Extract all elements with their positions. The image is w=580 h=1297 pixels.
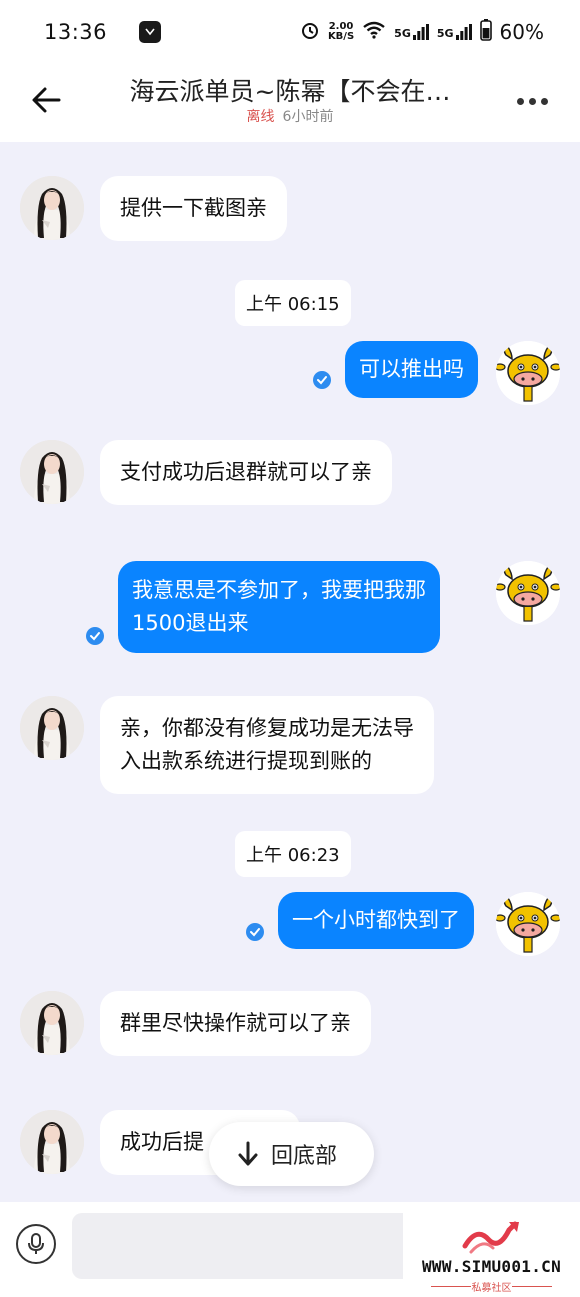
- signal-bars-icon: [412, 24, 429, 40]
- timestamp-chip: 上午 06:15: [235, 280, 351, 326]
- signal-5g-label-1: 5G: [394, 27, 411, 40]
- watermark-url: WWW.SIMU001.CN: [421, 1257, 562, 1276]
- message-line: 1500退出来: [132, 611, 249, 635]
- message-list[interactable]: 提供一下截图亲 上午 06:15 可以推出吗 支付成功后退群就可以了亲 我意思是…: [0, 142, 580, 1202]
- more-dot-icon: [528, 97, 536, 105]
- offline-label: 离线: [246, 109, 275, 125]
- signal-bars-icon: [455, 24, 472, 40]
- last-seen: 6小时前: [282, 109, 334, 125]
- incoming-message[interactable]: 群里尽快操作就可以了亲: [100, 991, 371, 1056]
- voice-input-button[interactable]: [16, 1224, 56, 1264]
- contact-avatar[interactable]: [20, 696, 84, 760]
- net-speed-unit: KB/S: [327, 31, 355, 42]
- more-options-button[interactable]: [514, 86, 550, 116]
- battery-icon: [479, 19, 492, 45]
- my-avatar[interactable]: [496, 892, 560, 956]
- my-avatar[interactable]: [496, 341, 560, 405]
- more-dot-icon: [516, 97, 524, 105]
- chat-header: 海云派单员~陈幂【不会在… 离线 6小时前: [0, 64, 580, 142]
- wifi-icon: [362, 21, 386, 43]
- outgoing-message[interactable]: 一个小时都快到了: [278, 892, 474, 949]
- timestamp-chip: 上午 06:23: [235, 831, 351, 877]
- microphone-icon: [28, 1233, 44, 1254]
- contact-avatar[interactable]: [20, 176, 84, 240]
- signal-5g-label-2: 5G: [436, 27, 454, 40]
- presence-status: 离线 6小时前: [100, 106, 480, 126]
- chat-title[interactable]: 海云派单员~陈幂【不会在…: [100, 72, 480, 108]
- watermark-subtitle: 私募社区: [471, 1283, 512, 1294]
- read-receipt-icon: [313, 371, 331, 389]
- status-bar: 13:36 2.00 KB/S 5G 5G 60%: [0, 0, 580, 64]
- watermark-divider: [512, 1286, 552, 1287]
- signal-5g-2: 5G: [437, 24, 472, 40]
- outgoing-message[interactable]: 我意思是不参加了，我要把我那 1500退出来: [118, 561, 440, 653]
- contact-avatar[interactable]: [20, 991, 84, 1055]
- watermark: WWW.SIMU001.CN 私募社区: [403, 1212, 580, 1297]
- more-dot-icon: [540, 97, 548, 105]
- app-notification-icon: [139, 21, 162, 43]
- outgoing-message[interactable]: 可以推出吗: [345, 341, 478, 398]
- scroll-to-bottom-button[interactable]: 回底部: [209, 1122, 374, 1186]
- message-line: 亲，你都没有修复成功是无法导: [120, 716, 414, 740]
- message-input[interactable]: [72, 1213, 444, 1279]
- message-line: 我意思是不参加了，我要把我那: [132, 578, 426, 602]
- arrow-down-icon: [238, 1141, 258, 1166]
- my-avatar[interactable]: [496, 561, 560, 625]
- incoming-message[interactable]: 提供一下截图亲: [100, 176, 287, 241]
- back-arrow-icon: [32, 87, 61, 113]
- contact-avatar[interactable]: [20, 440, 84, 504]
- incoming-message[interactable]: 支付成功后退群就可以了亲: [100, 440, 392, 505]
- status-time: 13:36: [44, 20, 108, 44]
- read-receipt-icon: [246, 923, 264, 941]
- signal-5g-1: 5G: [394, 24, 429, 40]
- status-indicators: 2.00 KB/S 5G 5G 60%: [300, 19, 544, 45]
- read-receipt-icon: [86, 627, 104, 645]
- scroll-to-bottom-label: 回底部: [271, 1144, 338, 1169]
- net-speed: 2.00 KB/S: [328, 22, 354, 42]
- alarm-icon: [300, 20, 320, 44]
- battery-percent: 60%: [499, 20, 544, 44]
- incoming-message[interactable]: 亲，你都没有修复成功是无法导 入出款系统进行提现到账的: [100, 696, 434, 794]
- back-button[interactable]: [26, 80, 66, 120]
- contact-avatar[interactable]: [20, 1110, 84, 1174]
- message-line: 入出款系统进行提现到账的: [120, 749, 372, 773]
- watermark-logo-icon: [462, 1221, 519, 1254]
